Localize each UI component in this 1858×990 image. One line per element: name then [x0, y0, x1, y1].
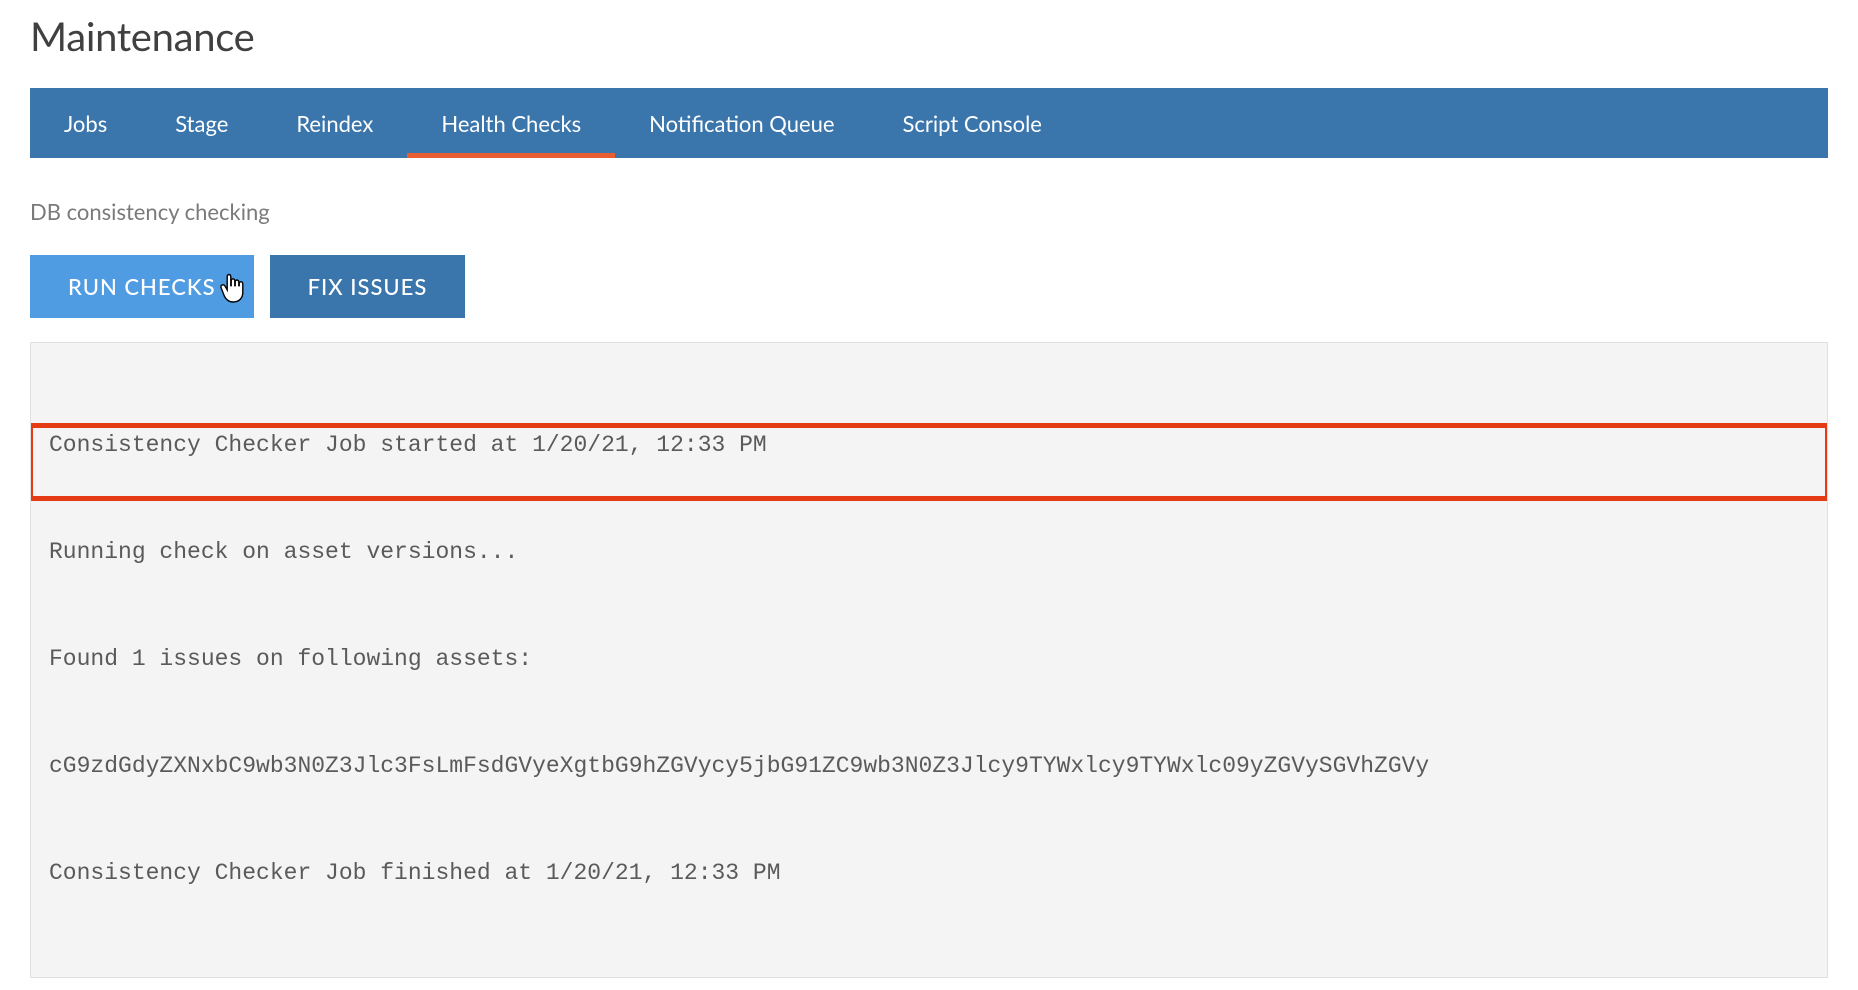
tab-script-console[interactable]: Script Console — [868, 88, 1075, 158]
tab-stage[interactable]: Stage — [141, 88, 262, 158]
console-line: Found 1 issues on following assets: — [49, 642, 1809, 678]
tab-notification-queue[interactable]: Notification Queue — [615, 88, 868, 158]
console-line: Consistency Checker Job started at 1/20/… — [49, 428, 1809, 464]
fix-issues-button[interactable]: FIX ISSUES — [270, 255, 466, 318]
tab-jobs[interactable]: Jobs — [30, 88, 141, 158]
tab-health-checks[interactable]: Health Checks — [407, 88, 615, 158]
console-line: cG9zdGdyZXNxbC9wb3N0Z3Jlc3FsLmFsdGVyeXgt… — [49, 749, 1809, 785]
page-title: Maintenance — [30, 12, 1828, 60]
console-line: Consistency Checker Job finished at 1/20… — [49, 856, 1809, 892]
tab-reindex[interactable]: Reindex — [262, 88, 407, 158]
console-line: Running check on asset versions... — [49, 535, 1809, 571]
run-checks-button[interactable]: RUN CHECKS — [30, 255, 254, 318]
tabbar: Jobs Stage Reindex Health Checks Notific… — [30, 88, 1828, 158]
button-row: RUN CHECKS FIX ISSUES — [30, 255, 1828, 318]
console-output: Consistency Checker Job started at 1/20/… — [30, 342, 1828, 978]
section-subtitle: DB consistency checking — [30, 198, 1828, 225]
